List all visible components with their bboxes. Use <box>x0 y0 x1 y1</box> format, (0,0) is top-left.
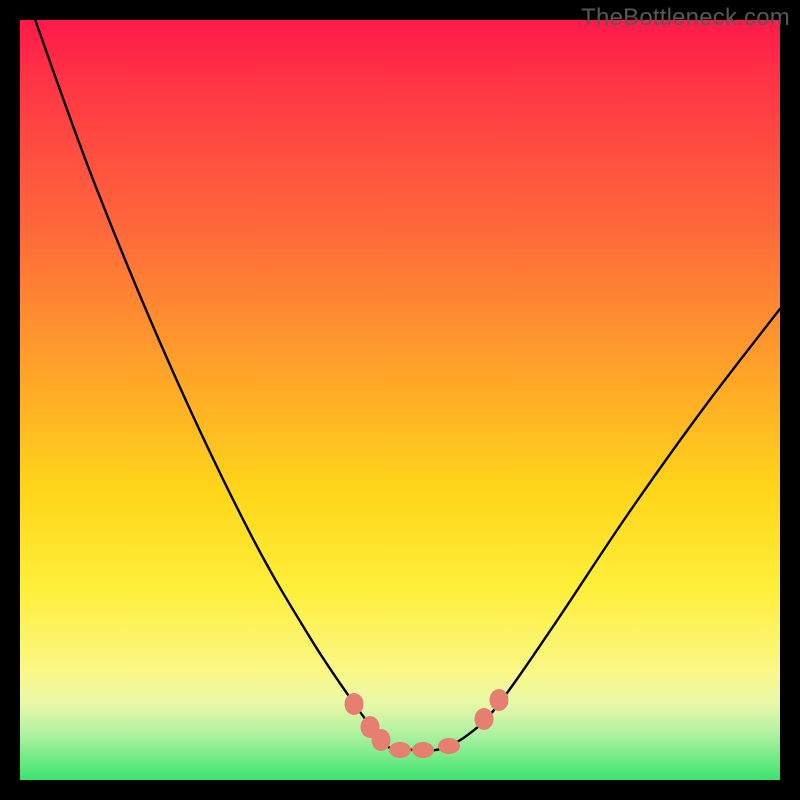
chart-stage: TheBottleneck.com <box>0 0 800 800</box>
line-curve <box>20 20 780 780</box>
data-marker <box>489 689 508 711</box>
data-marker <box>389 742 411 758</box>
data-marker <box>474 708 493 730</box>
data-marker <box>412 742 434 758</box>
watermark-text: TheBottleneck.com <box>581 4 790 32</box>
data-marker <box>438 738 460 754</box>
plot-area <box>20 20 780 780</box>
data-marker <box>372 729 391 751</box>
data-marker <box>345 693 364 715</box>
